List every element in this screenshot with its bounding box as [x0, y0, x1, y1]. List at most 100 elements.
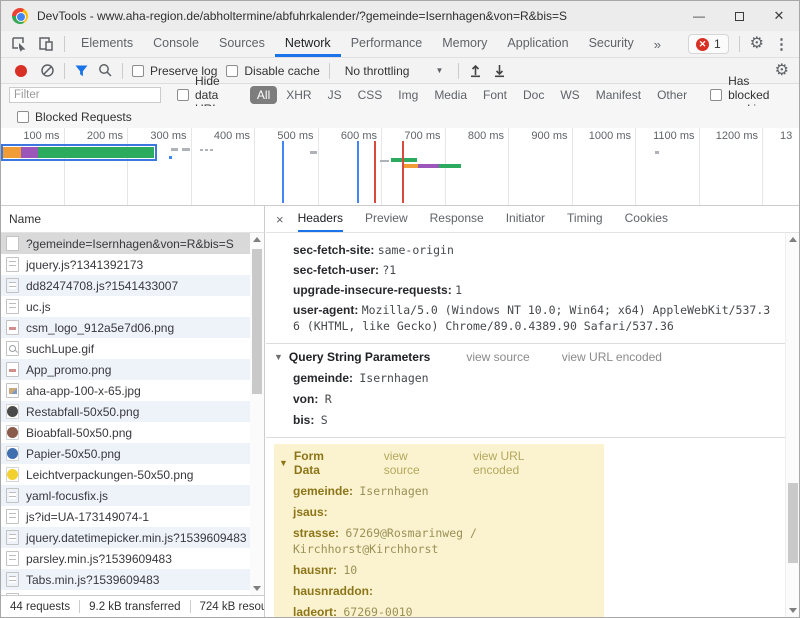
request-name: parsley.min.js?1539609483: [26, 552, 172, 566]
tab-memory[interactable]: Memory: [432, 31, 497, 57]
header-name: upgrade-insecure-requests:: [293, 283, 452, 297]
request-row[interactable]: suchLupe.gif: [1, 338, 250, 359]
clear-button[interactable]: [40, 63, 55, 78]
blocked-requests-checkbox[interactable]: Blocked Requests: [17, 110, 132, 124]
record-button[interactable]: [15, 65, 27, 77]
tab-performance[interactable]: Performance: [341, 31, 433, 57]
name-column-header[interactable]: Name: [1, 206, 264, 233]
tab-network[interactable]: Network: [275, 31, 341, 57]
tab-elements[interactable]: Elements: [71, 31, 143, 57]
request-name: jquery.js?1341392173: [26, 258, 143, 272]
request-row[interactable]: yaml-focusfix.js: [1, 485, 250, 506]
waterfall-bar: [169, 156, 172, 159]
search-icon[interactable]: [98, 63, 113, 78]
waterfall-overview[interactable]: 100 ms200 ms300 ms400 ms500 ms600 ms700 …: [1, 128, 799, 206]
circle-icon: [6, 404, 19, 419]
timeline-tick-label: 900 ms: [509, 128, 573, 205]
maximize-button[interactable]: [719, 1, 759, 31]
filter-chip-all[interactable]: All: [250, 86, 277, 104]
request-row[interactable]: ?gemeinde=Isernhagen&von=R&bis=S: [1, 233, 250, 254]
request-name: ?gemeinde=Isernhagen&von=R&bis=S: [26, 237, 234, 251]
details-tab-cookies[interactable]: Cookies: [625, 206, 668, 232]
waterfall-bar: [210, 149, 213, 151]
param-value: Isernhagen: [359, 371, 428, 385]
script-icon: [6, 257, 19, 272]
import-har-icon[interactable]: [468, 63, 483, 78]
request-row[interactable]: dd82474708.js?1541433007: [1, 275, 250, 296]
filter-chip-js[interactable]: JS: [321, 86, 349, 104]
error-count-badge[interactable]: ✕ 1: [688, 34, 729, 54]
kebab-menu-icon[interactable]: ⋮: [774, 35, 789, 53]
inspect-element-icon[interactable]: [11, 36, 28, 52]
filter-chip-xhr[interactable]: XHR: [279, 86, 318, 104]
tab-security[interactable]: Security: [579, 31, 644, 57]
window-title: DevTools - www.aha-region.de/abholtermin…: [37, 9, 567, 23]
request-row[interactable]: App_promo.png: [1, 359, 250, 380]
waterfall-bar: [418, 164, 439, 168]
details-tab-headers[interactable]: Headers: [298, 206, 343, 232]
waterfall-bar: [391, 158, 417, 162]
tab-application[interactable]: Application: [497, 31, 578, 57]
filter-chip-ws[interactable]: WS: [553, 86, 586, 104]
device-toolbar-icon[interactable]: [38, 36, 54, 52]
close-details-icon[interactable]: ×: [276, 212, 284, 227]
filter-chip-manifest[interactable]: Manifest: [589, 86, 648, 104]
more-tabs-button[interactable]: »: [644, 37, 671, 52]
view-url-encoded-link[interactable]: view URL encoded: [473, 449, 564, 477]
disclosure-triangle-icon[interactable]: ▼: [279, 458, 288, 468]
header-entry: user-agent: Mozilla/5.0 (Windows NT 10.0…: [266, 300, 785, 336]
request-row[interactable]: aha-app-100-x-65.jpg: [1, 380, 250, 401]
tab-sources[interactable]: Sources: [209, 31, 275, 57]
header-value: same-origin: [378, 243, 454, 257]
view-url-encoded-link[interactable]: view URL encoded: [562, 350, 662, 364]
tab-console[interactable]: Console: [143, 31, 209, 57]
details-tab-initiator[interactable]: Initiator: [506, 206, 545, 232]
request-row[interactable]: Leichtverpackungen-50x50.png: [1, 464, 250, 485]
timeline-tick-label: 1100 ms: [636, 128, 700, 205]
export-har-icon[interactable]: [492, 63, 507, 78]
details-tab-preview[interactable]: Preview: [365, 206, 408, 232]
minimize-button[interactable]: —: [679, 1, 719, 31]
divider: [329, 63, 330, 79]
settings-gear-icon[interactable]: ⚙: [750, 36, 764, 52]
scroll-up-icon[interactable]: [789, 237, 797, 242]
request-list-scrollbar[interactable]: [250, 233, 264, 595]
details-tab-timing[interactable]: Timing: [567, 206, 603, 232]
image-icon: [6, 362, 19, 377]
scroll-down-icon[interactable]: [253, 586, 261, 591]
scroll-down-icon[interactable]: [789, 608, 797, 613]
scrollbar-thumb[interactable]: [252, 249, 262, 394]
filter-chip-font[interactable]: Font: [476, 86, 514, 104]
request-row[interactable]: uc.js: [1, 296, 250, 317]
filter-chip-doc[interactable]: Doc: [516, 86, 551, 104]
request-row[interactable]: jquery.datetimepicker.min.js?1539609483: [1, 527, 250, 548]
request-row[interactable]: Bioabfall-50x50.png: [1, 422, 250, 443]
request-row[interactable]: jquery.js?1341392173: [1, 254, 250, 275]
network-filter-input[interactable]: [9, 87, 161, 103]
scrollbar-thumb[interactable]: [788, 483, 798, 563]
view-source-link[interactable]: view source: [466, 350, 529, 364]
filter-chip-media[interactable]: Media: [427, 86, 474, 104]
details-tab-response[interactable]: Response: [430, 206, 484, 232]
disclosure-triangle-icon[interactable]: ▼: [274, 352, 283, 362]
request-row[interactable]: parsley.min.js?1539609483: [1, 548, 250, 569]
param-name: jsaus:: [293, 505, 328, 519]
waterfall-bar: [200, 149, 203, 151]
request-row[interactable]: js?id=UA-173149074-1: [1, 506, 250, 527]
close-button[interactable]: ✕: [759, 1, 799, 31]
request-row[interactable]: Papier-50x50.png: [1, 443, 250, 464]
view-source-link[interactable]: view source: [384, 449, 441, 477]
request-headers-list: sec-fetch-site: same-originsec-fetch-use…: [266, 240, 785, 336]
scroll-up-icon[interactable]: [253, 237, 261, 242]
request-row[interactable]: Tabs.min.js?1539609483: [1, 569, 250, 590]
filter-chip-css[interactable]: CSS: [351, 86, 390, 104]
divider: [79, 600, 80, 613]
filter-chip-other[interactable]: Other: [650, 86, 694, 104]
filter-chip-img[interactable]: Img: [391, 86, 425, 104]
filter-funnel-icon[interactable]: [74, 64, 89, 78]
details-scrollbar[interactable]: [785, 233, 799, 617]
param-name: hausnraddon:: [293, 584, 373, 598]
throttling-dropdown[interactable]: No throttling ▼: [339, 64, 450, 78]
request-row[interactable]: Restabfall-50x50.png: [1, 401, 250, 422]
request-row[interactable]: csm_logo_912a5e7d06.png: [1, 317, 250, 338]
